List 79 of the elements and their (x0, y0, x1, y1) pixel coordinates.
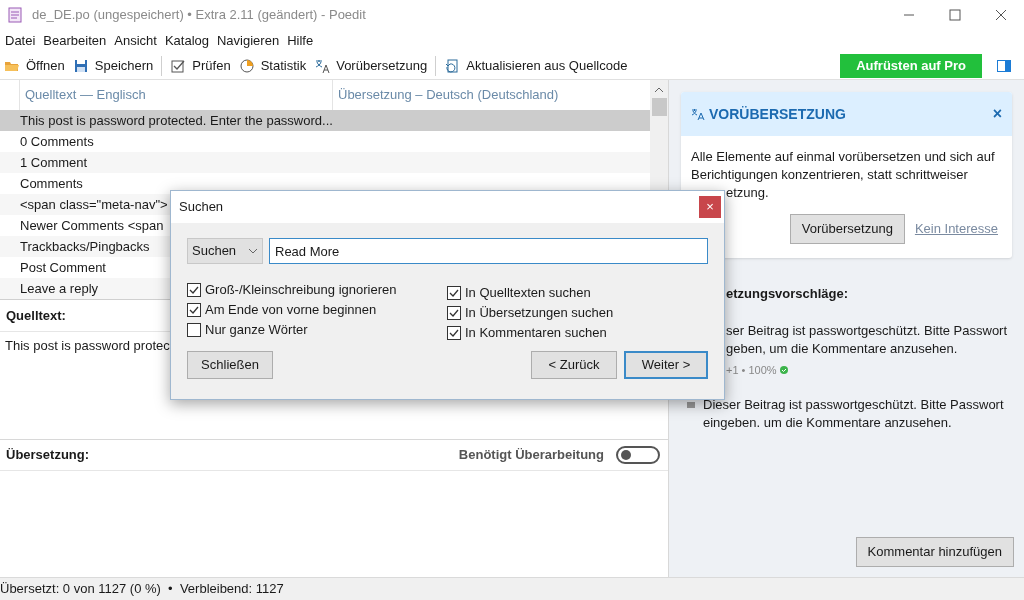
status-text: Übersetzt: 0 von 1127 (0 %) • Verbleibend: 1127 (0, 580, 284, 599)
checkbox-option[interactable]: Groß-/Kleinschreibung ignorieren (187, 282, 447, 298)
table-row[interactable]: 1 Comment (0, 152, 650, 173)
back-button[interactable]: < Zurück (531, 351, 617, 379)
card-text: etzung. (725, 184, 770, 202)
table-cell-text: 0 Comments (20, 132, 94, 151)
next-button[interactable]: Weiter > (624, 351, 708, 379)
pane-label: Übersetzung: (6, 446, 90, 465)
pane-label: Quelltext: (6, 306, 66, 325)
menu-item[interactable]: Hilfe (283, 31, 318, 51)
toggle-switch[interactable] (616, 446, 660, 464)
menu-item[interactable]: Datei (1, 31, 40, 51)
dialog-title: Suchen (179, 198, 224, 217)
window-title: de_DE.po (ungespeichert) • Extra 2.11 (geändert) - Poedit (32, 6, 366, 25)
checkmark-icon (449, 329, 459, 337)
close-button[interactable]: × (992, 106, 1002, 122)
close-icon (994, 9, 1008, 21)
menu-item[interactable]: Ansicht (110, 31, 161, 51)
checkbox[interactable] (447, 326, 461, 340)
suggestion-text: ser Beitrag ist passwortgeschützt. Bitte Passwort geben, um die Kommentare anzusehen. (726, 321, 1008, 358)
close-button[interactable]: × (699, 196, 721, 218)
translate-icon (691, 108, 705, 120)
table-cell-text: 1 Comment (20, 153, 88, 172)
checkbox[interactable] (187, 283, 201, 297)
suggestion-text: Dieser Beitrag ist passwortgeschützt. Bitte Passwort eingeben. um die Kommentare anzusehen. (703, 396, 1004, 432)
maximize-icon (948, 9, 962, 21)
add-comment-button[interactable]: Kommentar hinzufügen (855, 537, 1014, 567)
checkbox-option[interactable]: Am Ende von vorne beginnen (187, 302, 447, 318)
table-cell-text: Comments (20, 174, 83, 193)
stack-icon (686, 400, 696, 410)
card-title: VORÜBERSETZUNG (709, 104, 846, 124)
column-header[interactable]: Übersetzung – Deutsch (Deutschland) (333, 80, 650, 110)
menu-item[interactable]: Navigieren (213, 31, 284, 51)
suggestion-meta: +1 • 100% (726, 362, 777, 378)
toolbar-button[interactable]: Prüfen (166, 53, 235, 78)
checkmark-icon (189, 286, 199, 294)
checkmark-icon (189, 306, 199, 314)
document-icon (6, 6, 24, 24)
menu-item[interactable]: Bearbeiten (39, 31, 111, 51)
source-text: This post is password protec (5, 337, 170, 355)
section-heading: etzungsvorschläge: (725, 285, 850, 303)
toolbar-button[interactable]: Aktualisieren aus Quellcode (440, 53, 632, 78)
checkbox-option[interactable]: In Quelltexten suchen (447, 285, 708, 301)
checkbox[interactable] (187, 323, 201, 337)
scroll-up-icon (654, 85, 664, 95)
check-circle-icon (779, 365, 788, 374)
table-row[interactable]: This post is password protected. Enter the password... (0, 110, 650, 131)
needs-review-label: Benötigt Überarbeitung (458, 446, 604, 465)
toolbar-button[interactable]: Statistik (234, 53, 311, 78)
table-cell-text: <span class="meta-nav"> (20, 195, 168, 214)
sidebar-icon (997, 59, 1011, 72)
chevron-down-icon (248, 248, 258, 254)
translate-icon (314, 57, 331, 74)
checkmark-icon (449, 289, 459, 297)
menu-item[interactable]: Katalog (160, 31, 213, 51)
document-refresh-icon (444, 57, 461, 74)
table-cell-text: Newer Comments <span (20, 216, 164, 235)
checkbox-icon (170, 57, 187, 74)
checkmark-icon (449, 309, 459, 317)
pretranslate-button[interactable]: Vorübersetzung (789, 214, 905, 244)
mode-dropdown[interactable]: Suchen (187, 238, 263, 264)
checkbox[interactable] (447, 306, 461, 320)
checkbox[interactable] (187, 303, 201, 317)
close-dialog-button[interactable]: Schließen (187, 351, 273, 379)
checkbox-option[interactable]: Nur ganze Wörter (187, 322, 447, 338)
toolbar-button[interactable]: Öffnen (0, 53, 69, 78)
table-cell-text: This post is password protected. Enter the password... (20, 111, 333, 130)
pie-chart-icon (238, 57, 255, 74)
table-cell-text: Post Comment (20, 258, 106, 277)
toolbar-button[interactable]: Speichern (68, 53, 158, 78)
checkbox-option[interactable]: In Übersetzungen suchen (447, 305, 708, 321)
table-cell-text: Leave a reply (20, 279, 99, 298)
table-cell-text: Trackbacks/Pingbacks (20, 237, 150, 256)
checkbox-option[interactable]: In Kommentaren suchen (447, 325, 708, 341)
checkbox[interactable] (447, 286, 461, 300)
search-field[interactable]: Read More (269, 238, 708, 264)
scrollbar-thumb (651, 98, 667, 116)
dismiss-link[interactable]: Kein Interesse (914, 219, 998, 239)
toolbar-button[interactable]: Vorübersetzung (310, 53, 432, 78)
